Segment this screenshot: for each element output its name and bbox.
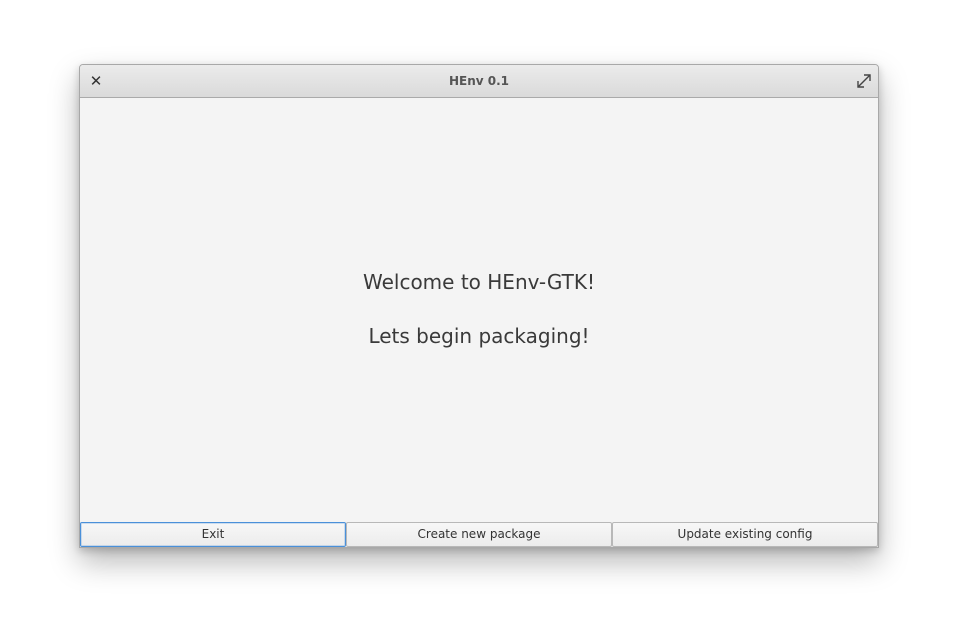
maximize-icon-graphic [857,74,871,88]
begin-label: Lets begin packaging! [368,324,590,348]
action-button-row: Exit Create new package Update existing … [80,522,878,547]
maximize-icon[interactable] [855,72,873,90]
welcome-label: Welcome to HEnv-GTK! [362,270,595,294]
update-existing-config-button[interactable]: Update existing config [612,522,878,547]
main-content: Welcome to HEnv-GTK! Lets begin packagin… [80,98,878,521]
create-new-package-button[interactable]: Create new package [346,522,612,547]
window-title: HEnv 0.1 [448,74,510,88]
title-bar[interactable]: ✕ HEnv 0.1 [80,65,878,98]
exit-button[interactable]: Exit [80,522,346,547]
app-window: ✕ HEnv 0.1 Welcome to HEnv-GTK! Lets beg… [79,64,879,548]
